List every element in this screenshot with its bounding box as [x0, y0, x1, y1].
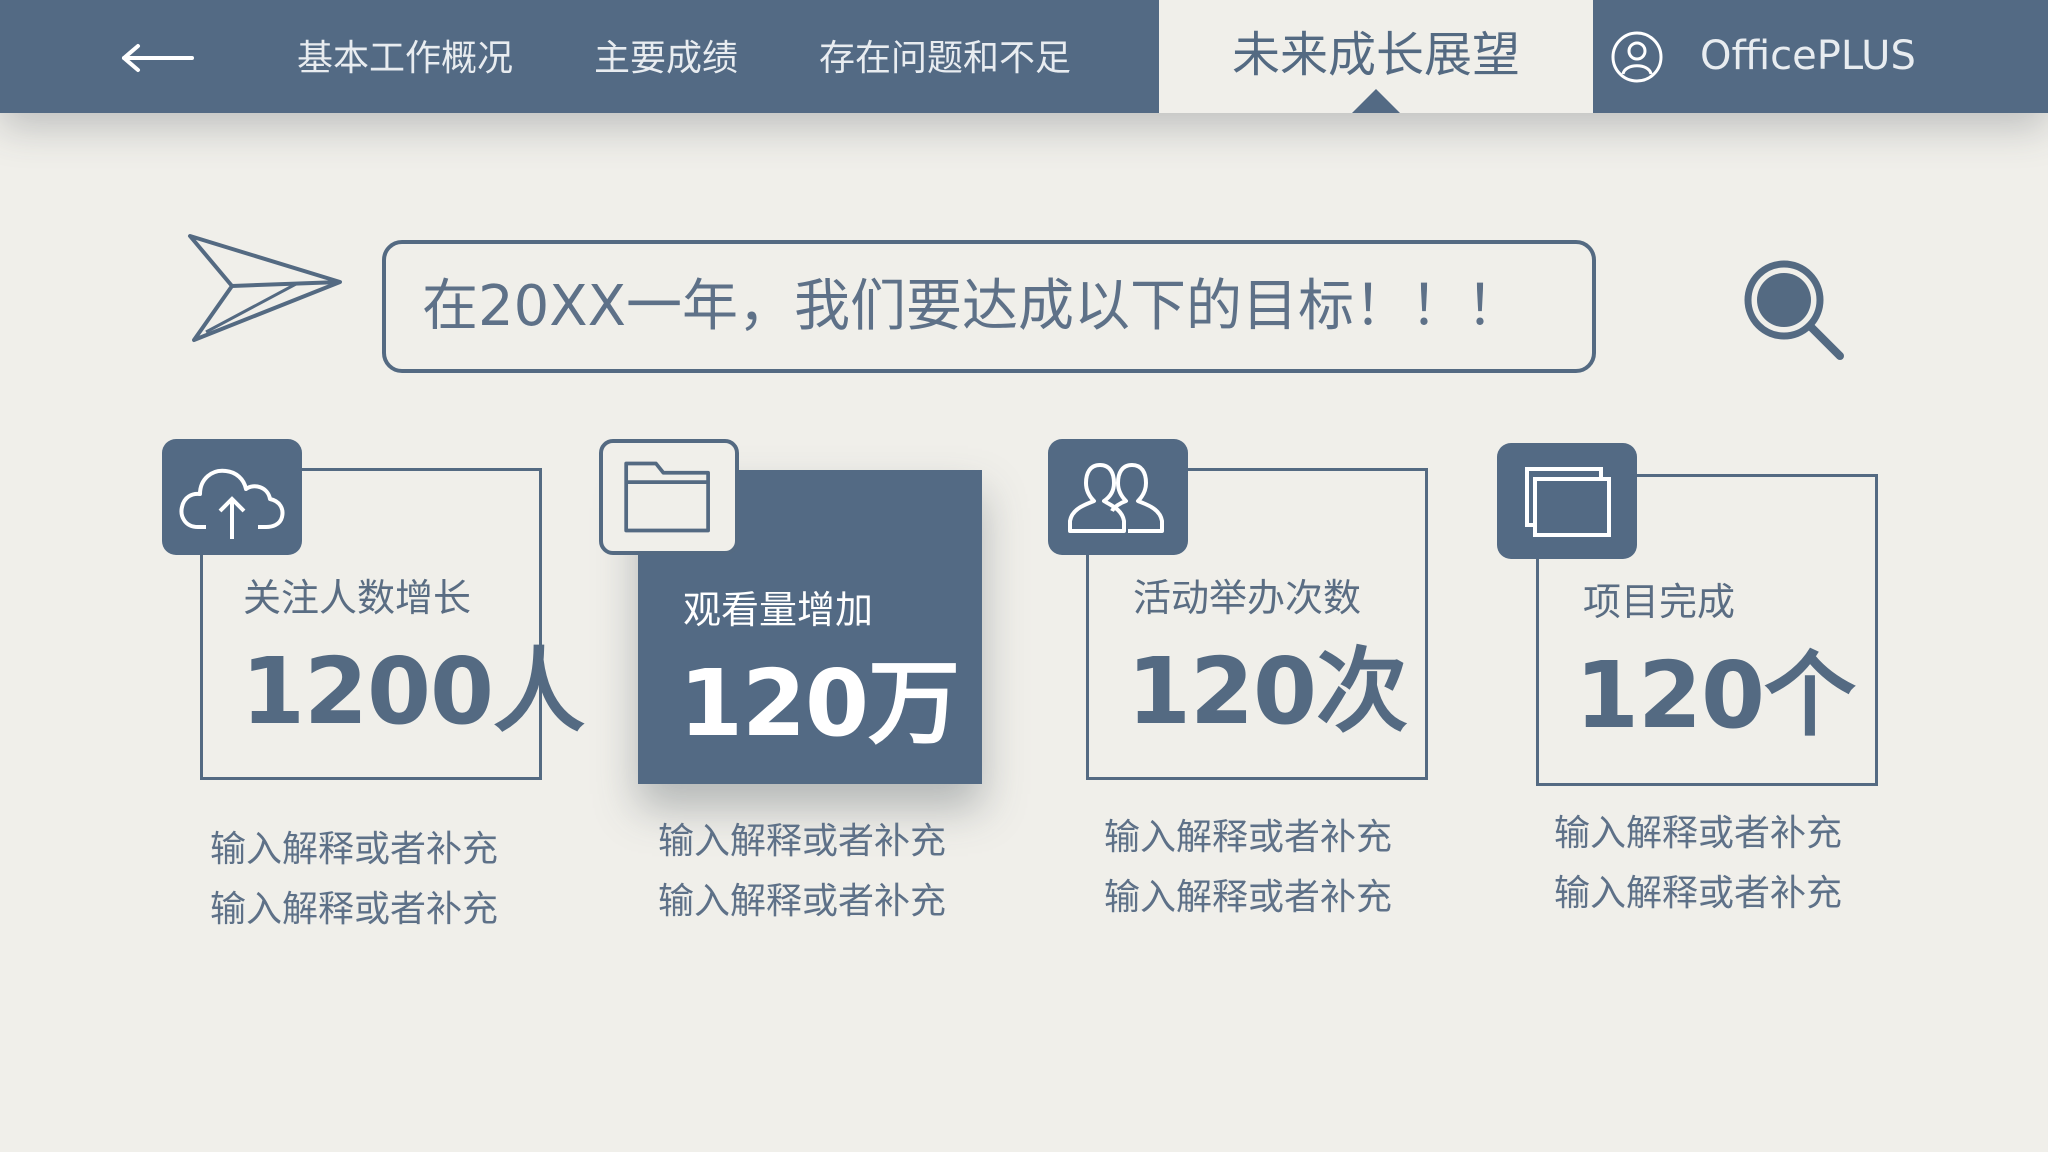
description-line: 输入解释或者补充	[1104, 817, 1393, 858]
description-line: 输入解释或者补充	[658, 881, 947, 922]
description-line: 输入解释或者补充	[210, 889, 499, 930]
paper-plane-icon	[188, 234, 342, 342]
tab-achievements[interactable]: 主要成绩	[594, 0, 738, 113]
stat-value: 1200人	[241, 638, 585, 745]
icon-tile-views	[599, 439, 739, 555]
icon-tile-projects	[1497, 443, 1637, 559]
stat-value: 120次	[1127, 638, 1408, 745]
windows-icon	[1525, 467, 1611, 537]
tab-problems[interactable]: 存在问题和不足	[819, 0, 1071, 113]
tab-future-outlook[interactable]: 未来成长展望	[1159, 0, 1593, 113]
goal-banner: 在20XX一年，我们要达成以下的目标！！！	[382, 240, 1596, 373]
active-tab-indicator	[1352, 89, 1400, 113]
back-button[interactable]	[118, 30, 198, 86]
cloud-upload-icon	[179, 468, 285, 539]
folder-icon	[624, 461, 710, 533]
icon-tile-followers	[162, 439, 302, 555]
stat-label: 观看量增加	[683, 588, 874, 632]
icon-tile-events	[1048, 439, 1188, 555]
description-line: 输入解释或者补充	[210, 829, 499, 870]
tab-future-outlook-label: 未来成长展望	[1231, 27, 1520, 83]
description-line: 输入解释或者补充	[1554, 873, 1843, 914]
description-line: 输入解释或者补充	[1104, 877, 1393, 918]
stat-label: 关注人数增长	[243, 576, 472, 620]
stat-label: 项目完成	[1583, 580, 1736, 624]
description-line: 输入解释或者补充	[1554, 813, 1843, 854]
search-icon[interactable]	[1740, 256, 1850, 366]
top-navigation-bar: 基本工作概况 主要成绩 存在问题和不足 未来成长展望 OfficePLUS	[0, 0, 2048, 113]
stat-description-views: 输入解释或者补充 输入解释或者补充	[658, 812, 948, 932]
description-line: 输入解释或者补充	[658, 821, 947, 862]
user-icon[interactable]	[1610, 30, 1664, 84]
users-icon	[1068, 463, 1164, 533]
stat-description-projects: 输入解释或者补充 输入解释或者补充	[1554, 804, 1844, 924]
stat-description-events: 输入解释或者补充 输入解释或者补充	[1104, 808, 1394, 928]
brand-label: OfficePLUS	[1700, 33, 1916, 79]
tab-work-overview[interactable]: 基本工作概况	[297, 0, 513, 113]
stat-value: 120个	[1575, 642, 1856, 749]
stat-description-followers: 输入解释或者补充 输入解释或者补充	[210, 820, 500, 940]
back-arrow-icon	[122, 44, 194, 72]
stat-value: 120万	[679, 650, 960, 757]
stat-label: 活动举办次数	[1133, 576, 1362, 620]
